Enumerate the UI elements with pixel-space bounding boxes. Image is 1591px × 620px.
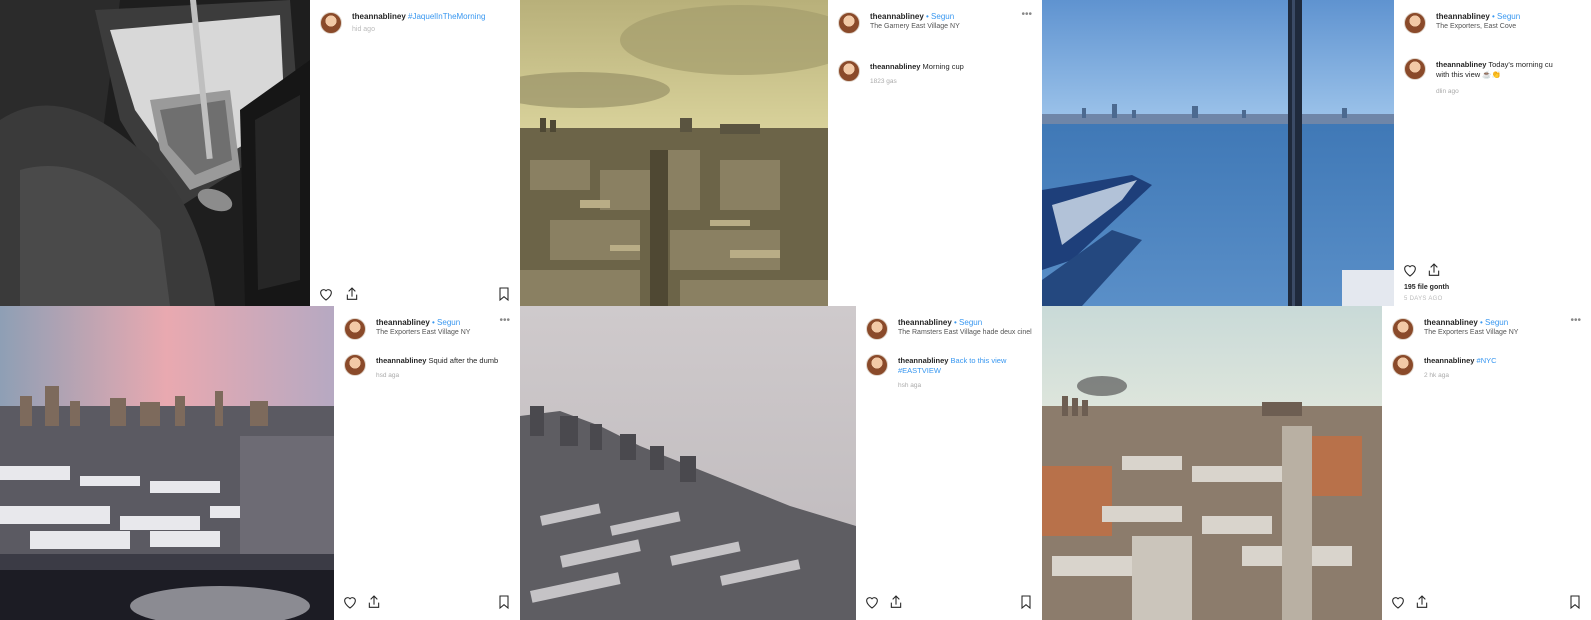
post-caption: theannabliney Squid after the dumb hsd a… <box>344 354 512 384</box>
avatar[interactable] <box>1392 318 1414 340</box>
post-card: theannabliney • Segun The Exporters East… <box>1042 306 1591 620</box>
heart-icon[interactable] <box>864 594 880 610</box>
caption-text: theannabliney Today's morning cu with th… <box>1436 60 1553 79</box>
avatar[interactable] <box>344 354 366 376</box>
post-time: hid ago <box>352 26 375 33</box>
location-link[interactable]: The Ramsters East Village hade deux cine… <box>898 329 1032 336</box>
post-date: 5 DAYS AGO <box>1404 296 1443 302</box>
post-caption: theannabliney Back to this view #EASTVIE… <box>866 354 1034 394</box>
post-time: dlin ago <box>1436 88 1459 95</box>
caption-text: theannabliney Squid after the dumb <box>376 356 499 365</box>
follow-link[interactable]: • Segun <box>432 318 460 327</box>
snowy-rooftops-sunset-photo <box>0 306 334 620</box>
follow-link[interactable]: • Segun <box>926 12 954 21</box>
post-card: theannabliney • Segun The Garnery East V… <box>520 0 1042 306</box>
post-time: 2 hk aga <box>1424 372 1449 379</box>
post-side-panel: theannabliney #JaquelInTheMorning hid ag… <box>310 0 520 306</box>
avatar[interactable] <box>320 12 342 34</box>
post-actions <box>1402 262 1583 280</box>
post-card: theannabliney • Segun The Exporters East… <box>0 306 520 620</box>
gray-skyline-photo <box>520 306 856 620</box>
avatar[interactable] <box>1404 12 1426 34</box>
post-header: theannabliney • Segun The Garnery East V… <box>838 10 1034 44</box>
post-actions <box>864 594 1034 612</box>
share-icon[interactable] <box>344 286 360 302</box>
bedroom-window-photo <box>0 0 310 306</box>
follow-link[interactable]: • Segun <box>954 318 982 327</box>
post-card: theannabliney #JaquelInTheMorning hid ag… <box>0 0 520 306</box>
post-caption: theannabliney #NYC 2 hk aga <box>1392 354 1583 384</box>
follow-link[interactable]: • Segun <box>1492 12 1520 21</box>
post-header: theannabliney • Segun The Exporters East… <box>1392 316 1583 350</box>
heart-icon[interactable] <box>342 594 358 610</box>
post-caption: theannabliney Today's morning cu with th… <box>1404 58 1583 98</box>
post-header: theannabliney • Segun The Ramsters East … <box>866 316 1034 350</box>
post-card: theannabliney • Segun The Exporters, Eas… <box>1042 0 1591 306</box>
avatar[interactable] <box>838 12 860 34</box>
post-photo[interactable] <box>520 0 828 306</box>
post-side-panel: theannabliney • Segun The Exporters East… <box>334 306 520 620</box>
city-rooftops-photo <box>1042 306 1382 620</box>
post-time: hsh aga <box>898 382 922 389</box>
bookmark-icon[interactable] <box>1018 594 1034 610</box>
follow-link[interactable]: • Segun <box>1480 318 1508 327</box>
username-link[interactable]: theannabliney • Segun <box>870 12 954 21</box>
likes-count[interactable]: 195 file gonth <box>1404 284 1449 291</box>
post-actions <box>342 594 512 612</box>
post-caption: theannabliney Morning cup 1823 gas <box>838 60 1034 90</box>
location-link[interactable]: The Exporters East Village NY <box>1424 329 1518 336</box>
location-link[interactable]: The Exporters, East Cove <box>1436 23 1516 30</box>
bookmark-icon[interactable] <box>496 594 512 610</box>
post-time: 1823 gas <box>870 78 897 85</box>
avatar[interactable] <box>344 318 366 340</box>
location-link[interactable]: The Exporters East Village NY <box>376 329 470 336</box>
heart-icon[interactable] <box>1402 262 1418 278</box>
post-photo[interactable] <box>1042 0 1394 306</box>
heart-icon[interactable] <box>1390 594 1406 610</box>
caption-text: theannabliney Morning cup <box>870 62 964 71</box>
more-options-icon[interactable]: ••• <box>1570 316 1581 326</box>
caption-text: theannabliney #NYC <box>1424 356 1497 365</box>
post-photo[interactable] <box>0 0 310 306</box>
post-actions <box>1390 594 1583 612</box>
post-side-panel: theannabliney • Segun The Exporters, Eas… <box>1394 0 1591 306</box>
avatar[interactable] <box>838 60 860 82</box>
post-photo[interactable] <box>0 306 334 620</box>
heart-icon[interactable] <box>318 286 334 302</box>
avatar[interactable] <box>1392 354 1414 376</box>
username-link[interactable]: theannabliney • Segun <box>1436 12 1520 21</box>
post-side-panel: theannabliney • Segun The Ramsters East … <box>856 306 1042 620</box>
post-actions <box>318 286 512 304</box>
hashtag-link[interactable]: #JaquelInTheMorning <box>408 12 485 21</box>
share-icon[interactable] <box>1426 262 1442 278</box>
post-card: theannabliney • Segun The Ramsters East … <box>520 306 1042 620</box>
more-options-icon[interactable]: ••• <box>1021 10 1032 20</box>
post-time: hsd aga <box>376 372 400 379</box>
post-header: theannabliney • Segun The Exporters, Eas… <box>1404 10 1583 44</box>
share-icon[interactable] <box>366 594 382 610</box>
post-header: theannabliney • Segun The Exporters East… <box>344 316 512 350</box>
city-skyline-sepia-photo <box>520 0 828 306</box>
post-side-panel: theannabliney • Segun The Garnery East V… <box>828 0 1042 306</box>
username-link[interactable]: theannabliney • Segun <box>1424 318 1508 327</box>
bookmark-icon[interactable] <box>1567 594 1583 610</box>
username-link[interactable]: theannabliney • Segun <box>376 318 460 327</box>
river-view-photo <box>1042 0 1394 306</box>
post-photo[interactable] <box>1042 306 1382 620</box>
caption-text: theannabliney Back to this view #EASTVIE… <box>898 356 1007 375</box>
avatar[interactable] <box>866 318 888 340</box>
avatar[interactable] <box>1404 58 1426 80</box>
bookmark-icon[interactable] <box>496 286 512 302</box>
share-icon[interactable] <box>1414 594 1430 610</box>
username-link[interactable]: theannabliney • Segun <box>898 318 982 327</box>
post-side-panel: theannabliney • Segun The Exporters East… <box>1382 306 1591 620</box>
username-link[interactable]: theannabliney #JaquelInTheMorning <box>352 12 485 21</box>
more-options-icon[interactable]: ••• <box>499 316 510 326</box>
post-header: theannabliney #JaquelInTheMorning hid ag… <box>320 10 512 44</box>
post-photo[interactable] <box>520 306 856 620</box>
share-icon[interactable] <box>888 594 904 610</box>
avatar[interactable] <box>866 354 888 376</box>
location-link[interactable]: The Garnery East Village NY <box>870 23 960 30</box>
